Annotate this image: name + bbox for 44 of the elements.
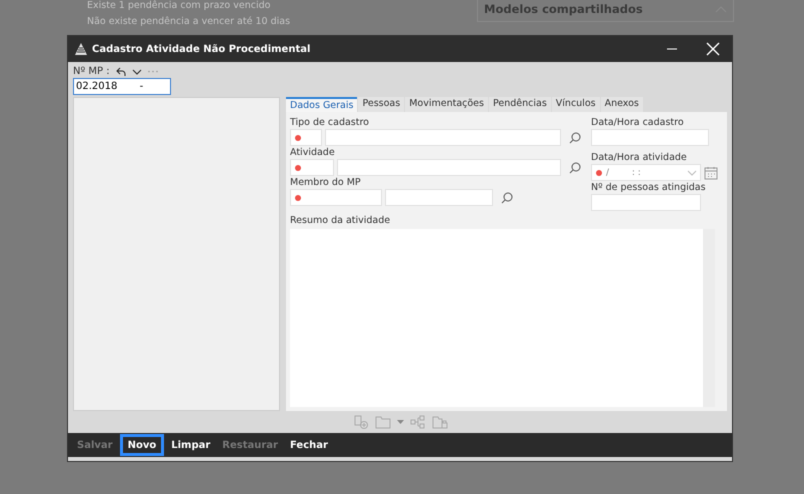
add-document-icon[interactable] bbox=[352, 415, 368, 429]
code-field[interactable] bbox=[290, 129, 322, 146]
tab[interactable]: Movimentações bbox=[405, 97, 488, 112]
action-button[interactable]: Limpar bbox=[166, 434, 216, 456]
close-icon[interactable] bbox=[706, 42, 720, 56]
locked-folder-icon[interactable] bbox=[432, 415, 448, 429]
field-label: Data/Hora atividade bbox=[591, 152, 688, 163]
notice-text: Não existe pendência a vencer até 10 dias bbox=[87, 16, 290, 27]
description-field[interactable] bbox=[337, 159, 561, 176]
field-label: Resumo da atividade bbox=[290, 215, 392, 226]
folder-icon[interactable] bbox=[374, 415, 390, 429]
field-label: Tipo de cadastro bbox=[290, 117, 370, 128]
action-button[interactable]: Novo bbox=[120, 434, 164, 456]
caret-icon[interactable] bbox=[396, 420, 404, 424]
field-label: Nº de pessoas atingidas bbox=[591, 182, 707, 193]
number-field[interactable] bbox=[591, 194, 701, 211]
undo-icon[interactable] bbox=[116, 67, 126, 76]
tab[interactable]: Dados Gerais bbox=[286, 97, 358, 112]
panel-header: Modelos compartilhados bbox=[477, 0, 734, 22]
app-logo-icon bbox=[75, 43, 87, 55]
date-time-field[interactable]: / : : bbox=[591, 164, 701, 181]
field-label: Data/Hora cadastro bbox=[591, 117, 685, 128]
search-icon[interactable] bbox=[569, 162, 581, 174]
field-label: Membro do MP bbox=[290, 177, 362, 188]
field-label: Atividade bbox=[290, 147, 336, 158]
search-icon[interactable] bbox=[569, 132, 581, 144]
tab[interactable]: Pessoas bbox=[358, 97, 404, 112]
tab[interactable]: Anexos bbox=[600, 97, 643, 112]
mp-label: Nº MP : bbox=[73, 66, 110, 77]
tab[interactable]: Vínculos bbox=[552, 97, 600, 112]
search-icon[interactable] bbox=[501, 192, 513, 204]
window-title: Cadastro Atividade Não Procedimental bbox=[92, 44, 310, 54]
hierarchy-icon[interactable] bbox=[410, 415, 426, 429]
notice-text: Existe 1 pendência com prazo vencido bbox=[87, 0, 272, 11]
description-field[interactable] bbox=[325, 129, 561, 146]
code-field[interactable] bbox=[290, 159, 334, 176]
chevron-down-icon[interactable] bbox=[132, 68, 142, 74]
calendar-icon[interactable] bbox=[704, 166, 718, 180]
date-time-field[interactable] bbox=[591, 129, 709, 146]
tab[interactable]: Pendências bbox=[488, 97, 551, 112]
action-button[interactable]: Fechar bbox=[284, 434, 333, 456]
mp-number-field[interactable]: 02.2018 - bbox=[73, 78, 171, 95]
code-field[interactable] bbox=[290, 189, 382, 206]
name-field[interactable] bbox=[385, 189, 493, 206]
